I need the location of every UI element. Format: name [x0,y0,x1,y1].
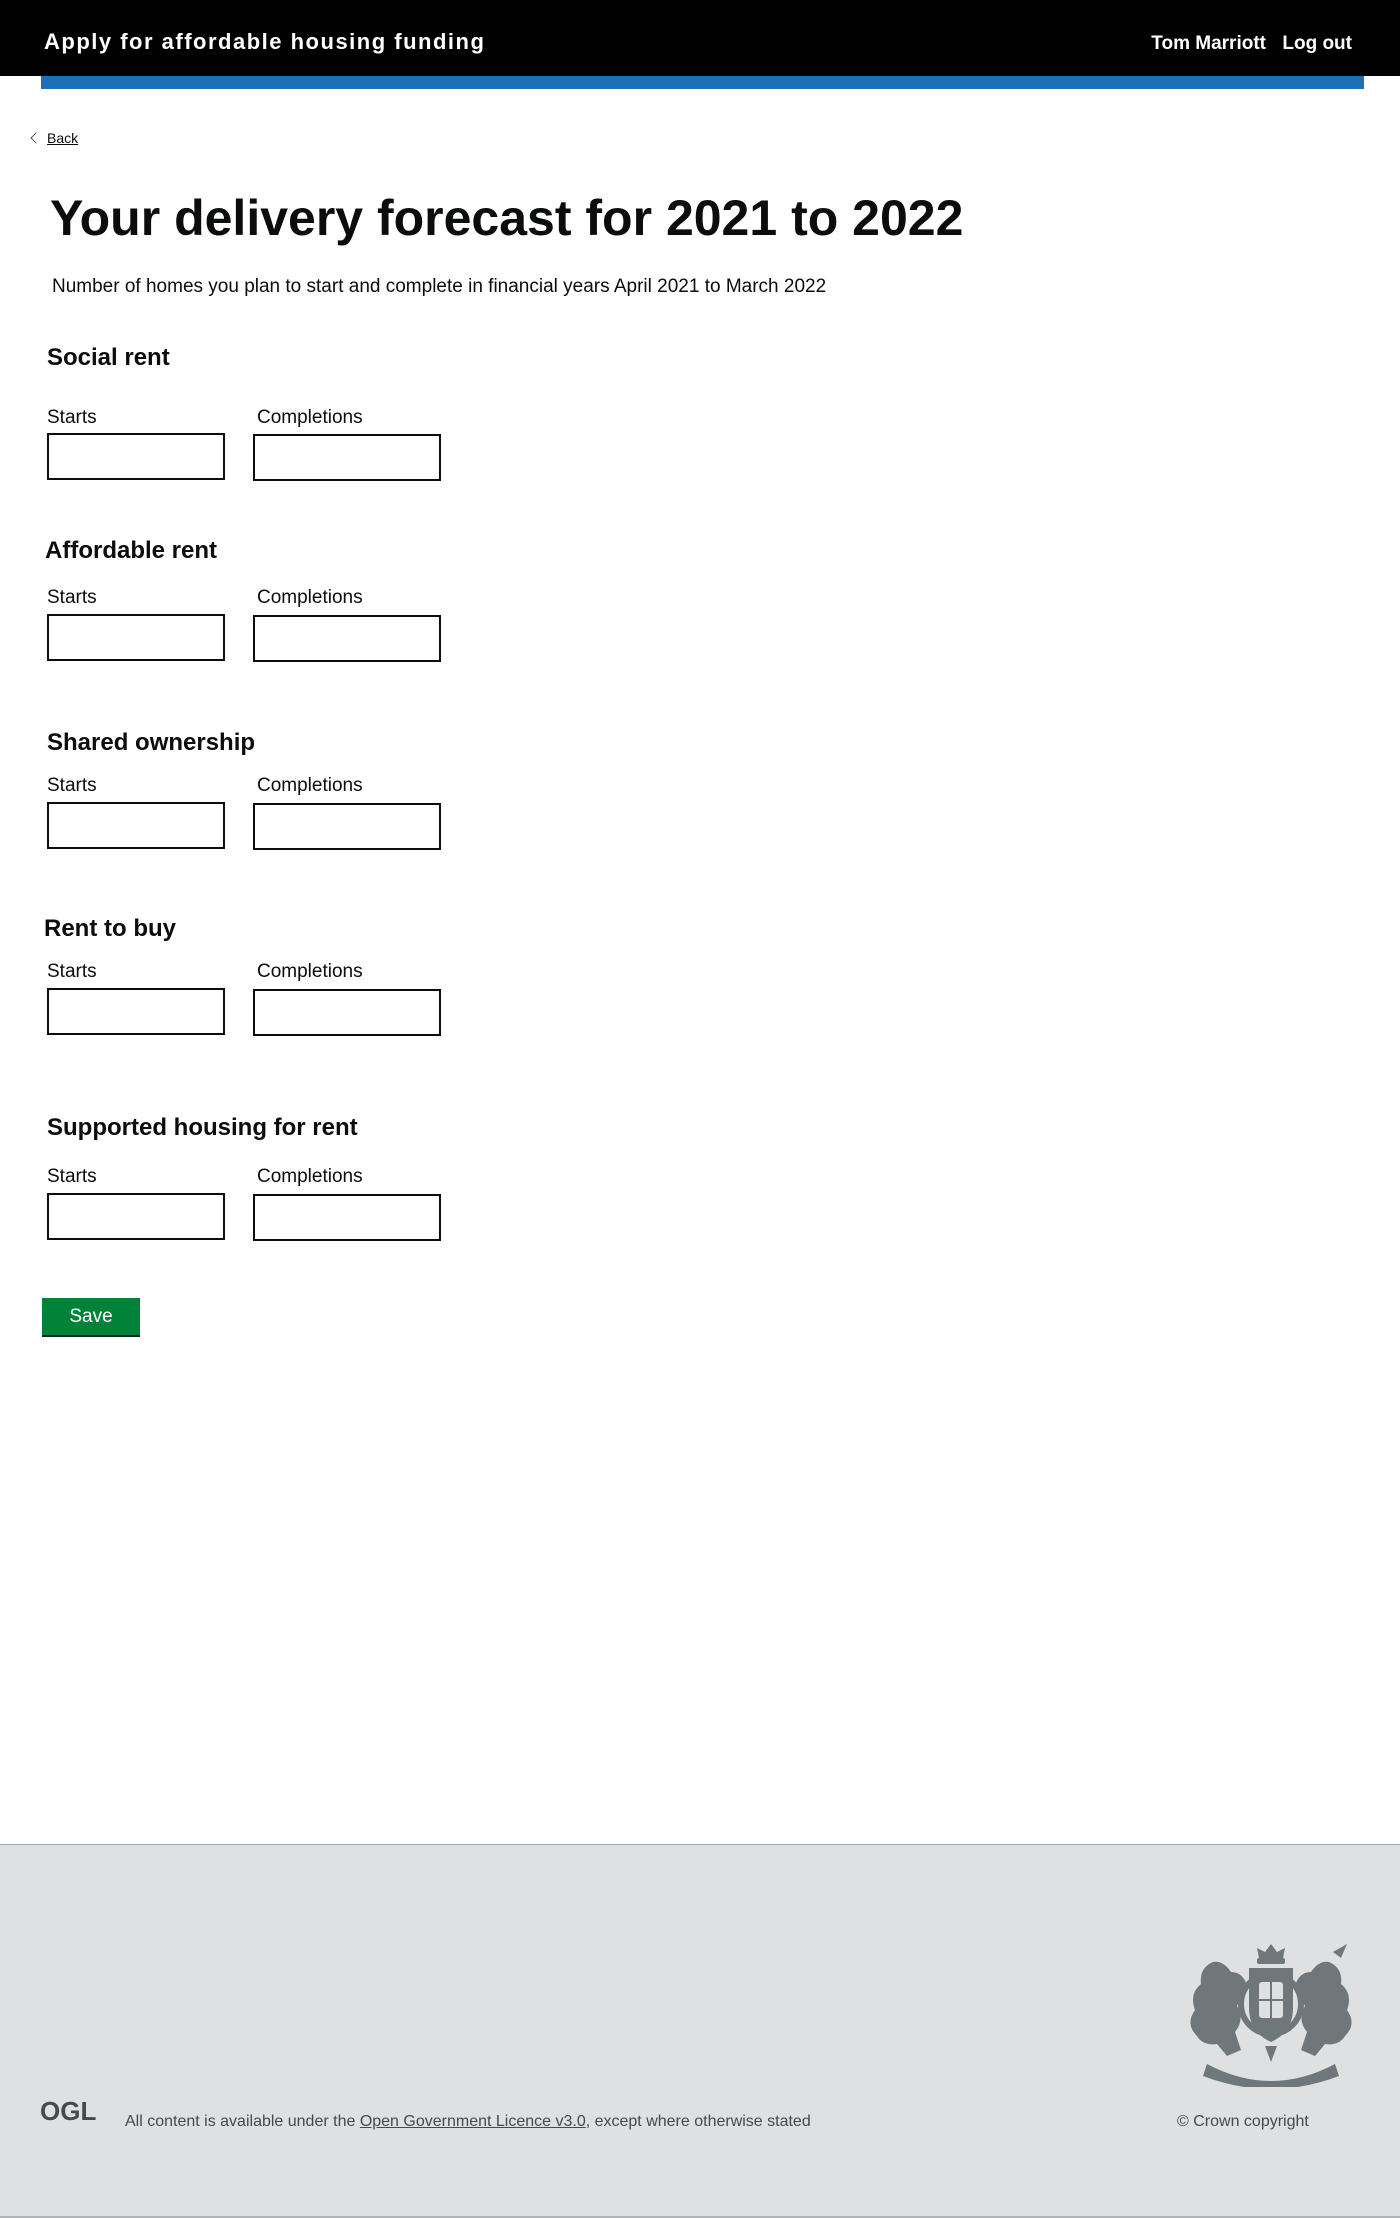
starts-label-social-rent: Starts [47,407,97,428]
starts-input-shared-ownership[interactable] [47,802,225,849]
starts-input-affordable-rent[interactable] [47,614,225,661]
royal-coat-of-arms-icon [1190,1944,1352,2087]
starts-label-rent-to-buy: Starts [47,961,97,982]
section-heading-social-rent: Social rent [47,344,170,371]
page-title: Your delivery forecast for 2021 to 2022 [50,190,964,246]
section-heading-shared-ownership: Shared ownership [47,729,256,756]
completions-input-social-rent[interactable] [253,434,441,481]
starts-input-rent-to-buy[interactable] [47,988,225,1035]
page-intro: Number of homes you plan to start and co… [52,276,827,297]
starts-label-shared-ownership: Starts [47,775,97,796]
licence-suffix: , except where otherwise stated [585,2113,811,2130]
chevron-left-icon [30,132,42,144]
site-footer: OGL All content is available under the O… [0,1844,1400,2218]
user-name-link[interactable]: Tom Marriott [1151,33,1266,55]
licence-prefix: All content is available under the [125,2113,360,2130]
completions-input-supported-housing[interactable] [253,1194,441,1241]
section-heading-affordable-rent: Affordable rent [45,537,218,564]
completions-input-affordable-rent[interactable] [253,615,441,662]
log-out-link[interactable]: Log out [1282,33,1352,55]
starts-input-social-rent[interactable] [47,433,225,480]
starts-label-supported-housing: Starts [47,1166,97,1187]
ogl-logo-icon: OGL [40,2097,96,2125]
header-accent-bar [41,76,1364,89]
crown-copyright-link[interactable]: © Crown copyright [1177,2113,1309,2131]
completions-input-shared-ownership[interactable] [253,803,441,850]
completions-input-rent-to-buy[interactable] [253,989,441,1036]
svg-text:OGL: OGL [40,2097,96,2125]
site-header: Apply for affordable housing funding Tom… [0,0,1400,76]
back-link-container: Back [30,130,78,146]
completions-label-affordable-rent: Completions [257,587,363,608]
save-button[interactable]: Save [42,1298,140,1337]
service-name-link[interactable]: Apply for affordable housing funding [44,29,485,55]
completions-label-social-rent: Completions [257,407,363,428]
open-government-licence-link[interactable]: Open Government Licence v3.0 [360,2113,586,2130]
starts-input-supported-housing[interactable] [47,1193,225,1240]
section-heading-rent-to-buy: Rent to buy [44,915,176,942]
completions-label-rent-to-buy: Completions [257,961,363,982]
back-link[interactable]: Back [47,130,78,146]
licence-text: All content is available under the Open … [125,2113,811,2131]
completions-label-supported-housing: Completions [257,1166,363,1187]
completions-label-shared-ownership: Completions [257,775,363,796]
section-heading-supported-housing: Supported housing for rent [47,1114,358,1141]
starts-label-affordable-rent: Starts [47,587,97,608]
